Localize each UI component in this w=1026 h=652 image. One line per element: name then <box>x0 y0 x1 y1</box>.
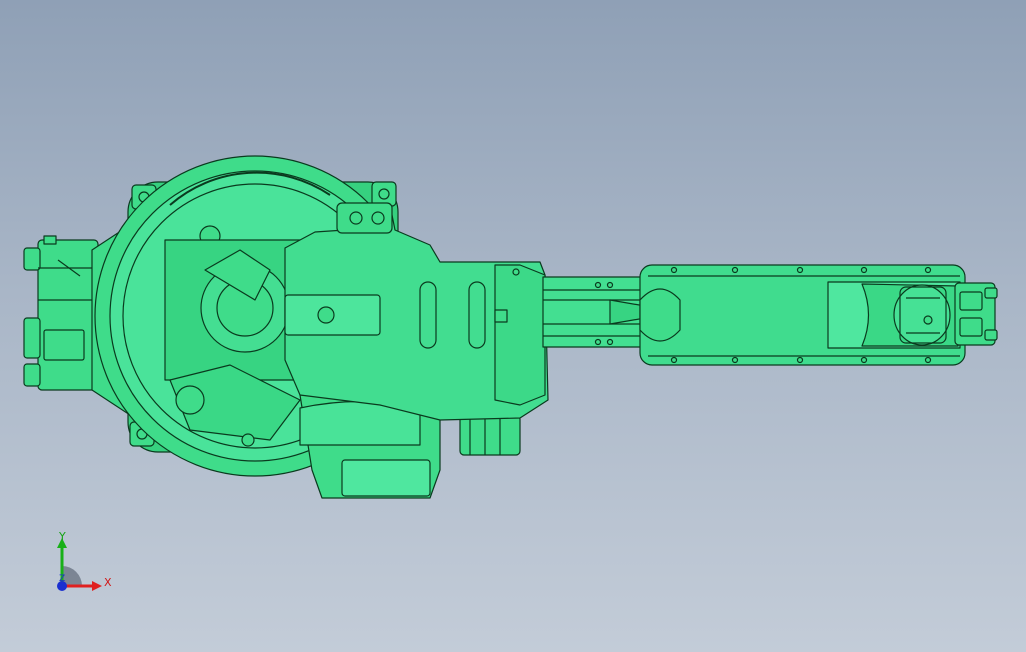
wrist-flange[interactable] <box>893 282 998 346</box>
orientation-triad <box>57 538 102 591</box>
shoulder-housing[interactable] <box>284 202 549 421</box>
swing-housing[interactable] <box>164 239 301 447</box>
graphics-viewport[interactable]: Y X Z <box>0 0 1026 652</box>
triad-x-label: X <box>104 576 112 589</box>
robot-arm-model[interactable] <box>0 0 1026 652</box>
triad-y-label: Y <box>59 530 66 543</box>
triad-z-label: Z <box>59 574 66 584</box>
triad-x-arrowhead <box>92 581 102 591</box>
rear-connector-block[interactable] <box>23 235 99 391</box>
